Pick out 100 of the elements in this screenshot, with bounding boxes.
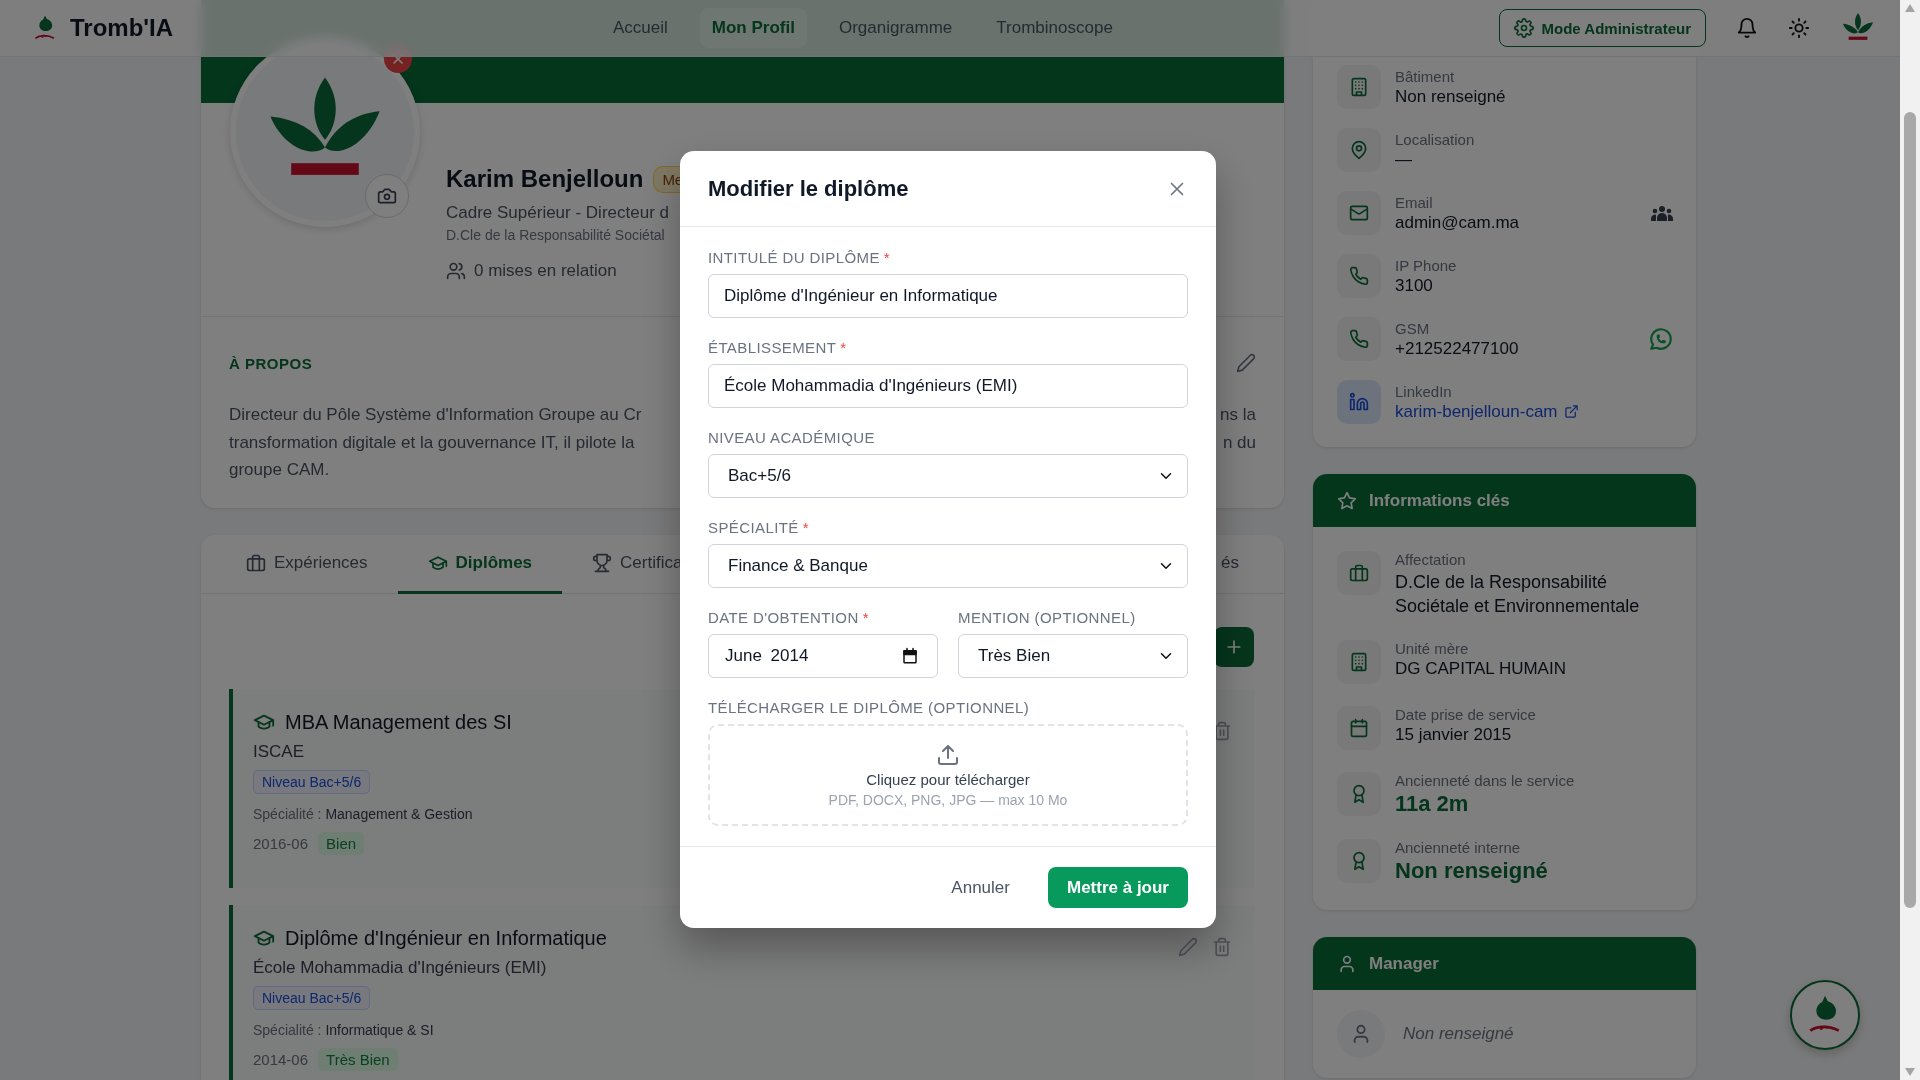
field-label: Date prise de service (1395, 706, 1537, 723)
nav-link[interactable]: Trombinoscope (984, 8, 1125, 48)
tab[interactable]: Diplômes (397, 534, 563, 594)
mention-tag: Bien (318, 831, 365, 855)
input-field[interactable]: École Mohammadia d'Ingénieurs (EMI) (708, 364, 1188, 408)
select-field[interactable]: Finance & Banque (708, 544, 1188, 588)
level-tag: Niveau Bac+5/6 (253, 769, 371, 794)
linkedin-link[interactable]: karim-benjelloun-cam (1395, 401, 1674, 422)
linkedin-icon (1337, 380, 1381, 424)
upload-text: Cliquez pour télécharger (866, 770, 1030, 788)
external-link-icon (1563, 404, 1579, 419)
field-value: Non renseigné (1395, 86, 1507, 107)
field-label: INTITULÉ DU DIPLÔME * (708, 249, 892, 266)
star-icon (1337, 490, 1357, 511)
about-text: Directeur du Pôle Système d'Information Groupe au Cr (229, 404, 642, 426)
field-label: Email (1395, 193, 1434, 211)
upload-icon (936, 742, 960, 767)
field-label: Ancienneté dans le service (1395, 772, 1576, 789)
field-label: NIVEAU ACADÉMIQUE (708, 429, 876, 446)
camera-icon (377, 186, 397, 206)
tab[interactable]: és (1191, 534, 1269, 594)
manager-name: Non renseigné (1403, 1024, 1514, 1044)
nav-link[interactable]: Mon Profil (699, 8, 807, 48)
field-value: 3100 (1395, 275, 1434, 296)
assistant-button[interactable] (1790, 980, 1860, 1050)
scrollbar[interactable] (1900, 0, 1920, 1080)
about-text: transformation digitale et la gouvernance IT, il pilote la (229, 431, 636, 454)
field-label: MENTION (OPTIONNEL) (958, 609, 1137, 626)
sun-icon[interactable] (1788, 17, 1810, 39)
field-label: Localisation (1395, 130, 1476, 148)
field-label: Ancienneté interne (1395, 839, 1522, 856)
field-value: D.Cle de la Responsabilité Sociétale et Environnementale (1395, 571, 1641, 618)
field-label: ÉTABLISSEMENT * (708, 339, 848, 356)
dialog-title: Modifier le diplôme (708, 175, 909, 202)
update-button[interactable]: Mettre à jour (1047, 867, 1188, 908)
add-button[interactable] (1214, 626, 1254, 667)
level-tag: Niveau Bac+5/6 (253, 985, 371, 1010)
scroll-up-icon[interactable] (1905, 4, 1915, 12)
settings-icon (1513, 18, 1534, 38)
scroll-down-icon[interactable] (1905, 1068, 1915, 1076)
field-label: TÉLÉCHARGER LE DIPLÔME (OPTIONNEL) (708, 699, 1031, 716)
admin-mode-button[interactable]: Mode Administrateur (1498, 9, 1706, 47)
whatsapp-icon[interactable] (1648, 326, 1674, 352)
edit-icon[interactable] (1236, 353, 1256, 373)
mention-tag: Très Bien (318, 1047, 398, 1071)
map-pin-icon (1337, 128, 1381, 172)
field-value: DG CAPITAL HUMAIN (1395, 659, 1567, 679)
school-name: ISCAE (253, 741, 305, 762)
app-name: Tromb'IA (70, 14, 174, 42)
edit-icon[interactable] (1178, 936, 1198, 957)
cancel-button[interactable]: Annuler (943, 869, 1018, 906)
field-value: 11a 2m (1395, 791, 1470, 817)
field-label: GSM (1395, 319, 1431, 337)
nav-link[interactable]: Accueil (601, 8, 680, 48)
phone-icon (1337, 254, 1381, 298)
field-label: IP Phone (1395, 256, 1458, 274)
award-ribbon-icon (1337, 839, 1381, 883)
calendar-icon (1337, 706, 1381, 750)
nav-link[interactable]: Organigramme (826, 8, 965, 48)
tab[interactable]: Expériences (216, 534, 398, 594)
field-value: +212522477100 (1395, 338, 1520, 359)
connections-count: 0 mises en relation (474, 261, 617, 281)
specialty-text: Spécialité : Informatique & SI (253, 1021, 434, 1038)
award-ribbon-icon (1337, 772, 1381, 816)
user-icon (1337, 953, 1357, 974)
building-icon (1337, 640, 1381, 684)
briefcase-icon (246, 552, 266, 573)
diploma-title: Diplôme d'Ingénieur en Informatique (285, 926, 607, 950)
building-icon (1337, 65, 1381, 109)
field-label: LinkedIn (1395, 382, 1453, 400)
field-label: DATE D'OBTENTION * (708, 609, 870, 626)
select-field[interactable]: Très Bien (958, 634, 1188, 678)
envelope-icon (1337, 191, 1381, 235)
profile-name: Karim Benjelloun (446, 165, 644, 193)
section-title: Manager (1369, 953, 1439, 974)
upload-hint: PDF, DOCX, PNG, JPG — max 10 Mo (828, 791, 1068, 808)
about-text: ns la (1220, 404, 1256, 426)
upload-dropzone[interactable]: Cliquez pour télécharger PDF, DOCX, PNG, JPG — max 10 Mo (708, 724, 1188, 826)
field-label: SPÉCIALITÉ * (708, 519, 810, 536)
user-avatar-icon (1337, 1010, 1385, 1058)
briefcase-icon (1337, 551, 1381, 595)
diploma-title: MBA Management des SI (285, 710, 512, 734)
section-heading: À PROPOS (229, 354, 313, 372)
about-text: n du (1222, 431, 1256, 454)
field-value: 15 janvier 2015 (1395, 725, 1513, 745)
field-label: Affectation (1395, 551, 1467, 568)
select-field[interactable]: Bac+5/6 (708, 454, 1188, 498)
users-icon (446, 261, 466, 281)
date-field[interactable]: June 2014 (708, 634, 938, 678)
notification-bell-icon[interactable] (1736, 17, 1758, 39)
diploma-date: 2014-06 (253, 1050, 309, 1068)
job-title: Cadre Supérieur - Directeur d (446, 203, 669, 223)
field-label: Bâtiment (1395, 67, 1456, 85)
diploma-date: 2016-06 (253, 834, 309, 852)
department: D.Cle de la Responsabilité Sociétal (446, 227, 665, 243)
input-field[interactable]: Diplôme d'Ingénieur en Informatique (708, 274, 1188, 318)
trophy-icon (592, 552, 613, 573)
about-text: groupe CAM. (229, 459, 331, 481)
specialty-text: Spécialité : Management & Gestion (253, 805, 473, 822)
field-value: admin@cam.ma (1395, 212, 1520, 233)
